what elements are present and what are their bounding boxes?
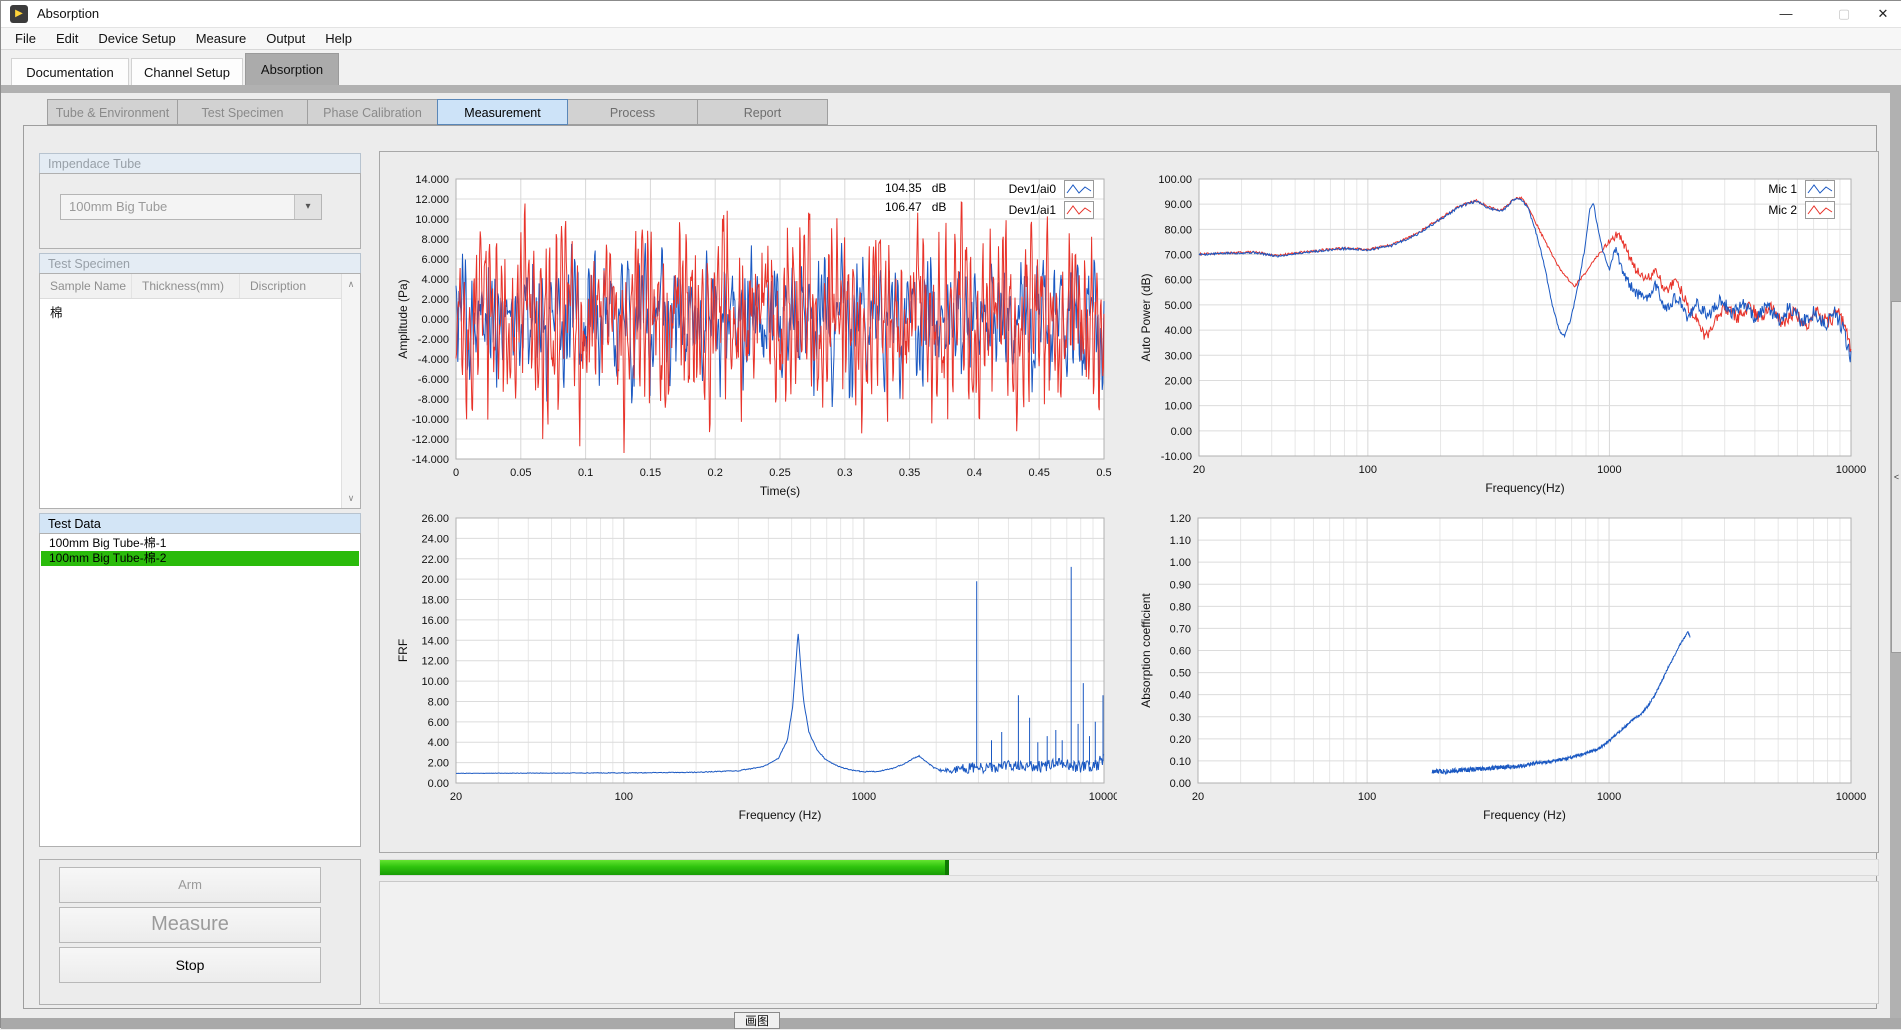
tab-documentation[interactable]: Documentation — [11, 58, 129, 85]
control-button-panel: Arm Measure Stop — [39, 859, 361, 1005]
table-row[interactable]: 棉 — [50, 302, 63, 321]
tab-page-band — [1, 85, 1901, 93]
bottom-window-tab[interactable]: 画图 — [734, 1012, 780, 1029]
menu-device-setup[interactable]: Device Setup — [88, 28, 185, 49]
impedance-tube-group: 100mm Big Tube ▾ — [39, 173, 361, 249]
absorption-app-window: { "window": {"title": "Absorption", "con… — [0, 0, 1901, 1028]
collapse-splitter[interactable]: < — [1891, 301, 1901, 653]
test-data-header: Test Data — [39, 513, 361, 533]
arm-button[interactable]: Arm — [59, 867, 321, 903]
subtab-test-specimen[interactable]: Test Specimen — [177, 99, 308, 125]
measurement-progress-bar — [379, 859, 1879, 876]
subtab-process[interactable]: Process — [567, 99, 698, 125]
measure-button[interactable]: Measure — [59, 907, 321, 943]
tube-select-dropdown[interactable]: 100mm Big Tube ▾ — [60, 194, 322, 220]
bottom-edge-strip — [1, 1018, 1901, 1029]
impedance-tube-header: Impendace Tube — [39, 153, 361, 173]
menu-bar: FileEditDevice SetupMeasureOutputHelp — [1, 28, 1901, 50]
menu-output[interactable]: Output — [256, 28, 315, 49]
tab-absorption[interactable]: Absorption — [245, 53, 339, 85]
maximize-button[interactable]: ▢ — [1821, 1, 1867, 27]
stop-button[interactable]: Stop — [59, 947, 321, 983]
menu-measure[interactable]: Measure — [186, 28, 257, 49]
column-header-discription: Discription — [240, 274, 342, 298]
charts-panel — [379, 151, 1879, 853]
test-specimen-table[interactable]: Sample NameThickness(mm)Discription ∧ ∨ … — [39, 273, 361, 509]
app-icon: ▶ — [10, 5, 28, 23]
minimize-button[interactable]: — — [1763, 1, 1809, 27]
test-data-list[interactable]: 100mm Big Tube-棉-1100mm Big Tube-棉-2 — [39, 533, 361, 847]
test-specimen-column-headers: Sample NameThickness(mm)Discription — [40, 274, 342, 299]
window-title: Absorption — [37, 6, 99, 21]
scroll-down-icon[interactable]: ∨ — [342, 490, 360, 506]
collapse-left-icon: < — [1894, 472, 1899, 482]
column-header-thickness-mm: Thickness(mm) — [132, 274, 240, 298]
menu-help[interactable]: Help — [315, 28, 362, 49]
dropdown-arrow-icon[interactable]: ▾ — [294, 195, 321, 219]
test-specimen-scrollbar[interactable]: ∧ ∨ — [341, 274, 360, 508]
tube-select-value: 100mm Big Tube — [69, 199, 167, 214]
subtab-report[interactable]: Report — [697, 99, 828, 125]
measurement-subtab-strip: Tube & EnvironmentTest SpecimenPhase Cal… — [47, 99, 827, 126]
test-specimen-header: Test Specimen — [39, 253, 361, 273]
tab-channel-setup[interactable]: Channel Setup — [131, 58, 243, 85]
list-item[interactable]: 100mm Big Tube-棉-2 — [41, 551, 359, 566]
close-button[interactable]: ✕ — [1865, 1, 1901, 27]
subtab-phase-calibration[interactable]: Phase Calibration — [307, 99, 438, 125]
lower-empty-panel — [379, 881, 1879, 1004]
menu-file[interactable]: File — [5, 28, 46, 49]
scroll-up-icon[interactable]: ∧ — [342, 276, 360, 292]
progress-fill — [380, 860, 949, 875]
main-tab-strip: DocumentationChannel SetupAbsorption — [1, 50, 1901, 85]
subtab-tube-environment[interactable]: Tube & Environment — [47, 99, 178, 125]
menu-edit[interactable]: Edit — [46, 28, 88, 49]
title-bar: ▶ Absorption — ▢ ✕ — [1, 1, 1901, 28]
subtab-measurement[interactable]: Measurement — [437, 99, 568, 125]
list-item[interactable]: 100mm Big Tube-棉-1 — [41, 536, 359, 551]
column-header-sample-name: Sample Name — [40, 274, 132, 298]
